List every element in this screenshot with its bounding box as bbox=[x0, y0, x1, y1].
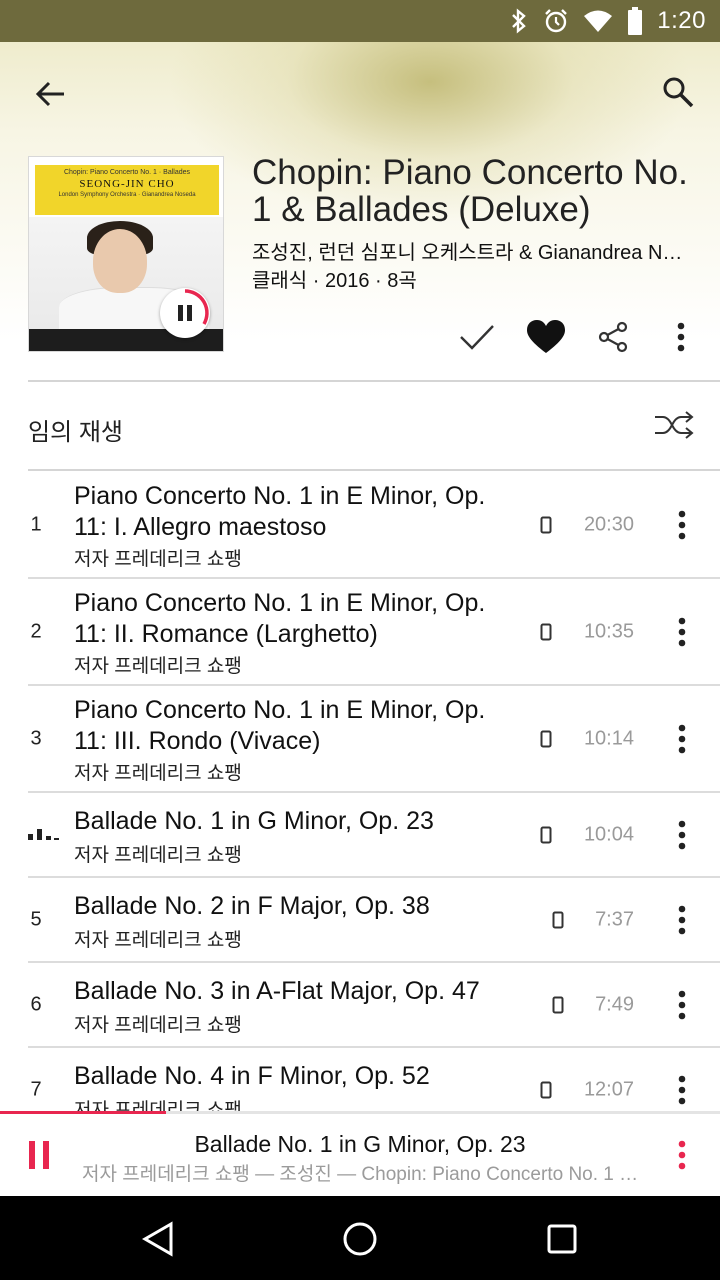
track-composer: 저자 프레데리크 쇼팽 bbox=[74, 656, 242, 677]
track-more-button[interactable] bbox=[672, 719, 692, 759]
heart-icon bbox=[527, 320, 565, 353]
track-duration: 10:14 bbox=[583, 727, 634, 749]
track-duration: 7:37 bbox=[595, 908, 634, 930]
nav-back-icon bbox=[141, 1221, 173, 1257]
track-title: Ballade No. 3 in A-Flat Major, Op. 47 bbox=[74, 977, 480, 1005]
more-vert-icon bbox=[678, 905, 686, 934]
track-list: 1 Piano Concerto No. 1 in E Minor, Op. 1… bbox=[0, 471, 720, 1111]
track-more-button[interactable] bbox=[672, 900, 692, 940]
more-vert-icon bbox=[677, 322, 685, 352]
more-vert-icon bbox=[678, 510, 686, 539]
track-row[interactable]: 3 Piano Concerto No. 1 in E Minor, Op. 1… bbox=[0, 685, 720, 793]
system-nav-bar bbox=[0, 1196, 720, 1280]
track-duration: 10:35 bbox=[583, 620, 634, 642]
track-title: Ballade No. 1 in G Minor, Op. 23 bbox=[74, 807, 434, 835]
track-composer: 저자 프레데리크 쇼팽 bbox=[74, 1100, 242, 1111]
more-vert-icon bbox=[678, 1075, 686, 1104]
search-icon bbox=[663, 77, 694, 108]
track-more-button[interactable] bbox=[672, 985, 692, 1025]
cover-line1: Chopin: Piano Concerto No. 1 · Ballades bbox=[63, 169, 191, 176]
track-more-button[interactable] bbox=[672, 612, 692, 652]
phone-device-icon bbox=[552, 996, 564, 1013]
nav-home-button[interactable] bbox=[335, 1214, 385, 1264]
search-button[interactable] bbox=[656, 70, 700, 114]
mini-player-title: Ballade No. 1 in G Minor, Op. 23 bbox=[194, 1131, 526, 1157]
phone-device-icon bbox=[540, 826, 552, 843]
phone-device-icon bbox=[540, 1081, 552, 1098]
nav-home-icon bbox=[343, 1222, 377, 1256]
alarm-icon bbox=[545, 9, 568, 33]
track-title: Piano Concerto No. 1 in E Minor, Op. 11:… bbox=[74, 696, 486, 755]
track-row[interactable]: 6 Ballade No. 3 in A-Flat Major, Op. 47 … bbox=[0, 962, 720, 1048]
battery-icon bbox=[628, 7, 643, 35]
shuffle-label: 임의 재생 bbox=[28, 419, 123, 446]
phone-device-icon bbox=[540, 730, 552, 747]
track-composer: 저자 프레데리크 쇼팽 bbox=[74, 549, 242, 570]
status-time: 1:20 bbox=[657, 7, 706, 34]
shuffle-row[interactable]: 임의 재생 bbox=[0, 382, 720, 470]
track-duration: 10:04 bbox=[583, 823, 634, 845]
share-button[interactable] bbox=[588, 312, 638, 362]
nav-recents-button[interactable] bbox=[537, 1214, 587, 1264]
track-row[interactable]: 5 Ballade No. 2 in F Major, Op. 38 저자 프레… bbox=[0, 877, 720, 963]
wifi-icon bbox=[584, 10, 613, 32]
track-row[interactable]: 2 Piano Concerto No. 1 in E Minor, Op. 1… bbox=[0, 578, 720, 686]
track-title: Piano Concerto No. 1 in E Minor, Op. 11:… bbox=[74, 482, 486, 541]
track-duration: 20:30 bbox=[583, 513, 634, 535]
album-artists[interactable]: 조성진, 런던 심포니 오케스트라 & Gianandrea Noseda bbox=[252, 236, 692, 265]
album-more-button[interactable] bbox=[656, 312, 706, 362]
mini-player-more-button[interactable] bbox=[672, 1134, 692, 1176]
phone-device-icon bbox=[540, 623, 552, 640]
more-vert-icon bbox=[678, 1140, 686, 1170]
phone-device-icon bbox=[552, 911, 564, 928]
track-composer: 저자 프레데리크 쇼팽 bbox=[74, 845, 242, 866]
cover-figure-face bbox=[93, 229, 147, 293]
track-duration: 12:07 bbox=[583, 1078, 634, 1100]
cover-line3: London Symphony Orchestra · Gianandrea N… bbox=[58, 192, 196, 198]
track-composer: 저자 프레데리크 쇼팽 bbox=[74, 763, 242, 784]
track-row[interactable]: 1 Piano Concerto No. 1 in E Minor, Op. 1… bbox=[0, 471, 720, 579]
album-title: Chopin: Piano Concerto No. 1 & Ballades … bbox=[252, 153, 688, 229]
track-composer: 저자 프레데리크 쇼팽 bbox=[74, 930, 242, 951]
more-vert-icon bbox=[678, 724, 686, 753]
shuffle-button[interactable] bbox=[652, 408, 696, 442]
shuffle-icon bbox=[655, 411, 694, 439]
track-title: Ballade No. 2 in F Major, Op. 38 bbox=[74, 892, 430, 920]
phone-device-icon bbox=[540, 516, 552, 533]
track-more-button[interactable] bbox=[672, 815, 692, 855]
nav-recents-icon bbox=[547, 1224, 577, 1254]
back-arrow-icon bbox=[35, 81, 64, 107]
album-header: Chopin: Piano Concerto No. 1 · Ballades … bbox=[0, 42, 720, 372]
track-title: Piano Concerto No. 1 in E Minor, Op. 11:… bbox=[74, 589, 486, 648]
album-actions bbox=[0, 312, 720, 362]
mini-player[interactable]: Ballade No. 1 in G Minor, Op. 23 저자 프레데리… bbox=[0, 1114, 720, 1196]
track-more-button[interactable] bbox=[672, 505, 692, 545]
add-to-library-button[interactable] bbox=[452, 312, 502, 362]
share-icon bbox=[598, 321, 628, 353]
track-row-playing[interactable]: Ballade No. 1 in G Minor, Op. 23 저자 프레데리… bbox=[0, 792, 720, 878]
cover-label: Chopin: Piano Concerto No. 1 · Ballades … bbox=[35, 165, 219, 215]
track-composer: 저자 프레데리크 쇼팽 bbox=[74, 1015, 242, 1036]
track-title: Ballade No. 4 in F Minor, Op. 52 bbox=[74, 1062, 430, 1090]
more-vert-icon bbox=[678, 617, 686, 646]
more-vert-icon bbox=[678, 990, 686, 1019]
cover-line2: SEONG-JIN CHO bbox=[79, 178, 175, 190]
more-vert-icon bbox=[678, 820, 686, 849]
check-icon bbox=[460, 325, 494, 350]
album-meta: 클래식 · 2016 · 8곡 bbox=[252, 270, 417, 292]
like-button[interactable] bbox=[521, 312, 571, 362]
bluetooth-icon bbox=[512, 8, 527, 34]
track-duration: 7:49 bbox=[595, 993, 634, 1015]
status-bar: 1:20 bbox=[0, 0, 720, 42]
track-row[interactable]: 7 Ballade No. 4 in F Minor, Op. 52 저자 프레… bbox=[0, 1047, 720, 1111]
track-more-button[interactable] bbox=[672, 1070, 692, 1110]
equalizer-icon bbox=[28, 828, 59, 840]
mini-player-subtitle: 저자 프레데리크 쇼팽 — 조성진 — Chopin: Piano Concer… bbox=[82, 1164, 642, 1185]
back-button[interactable] bbox=[28, 72, 72, 116]
nav-back-button[interactable] bbox=[133, 1214, 183, 1264]
